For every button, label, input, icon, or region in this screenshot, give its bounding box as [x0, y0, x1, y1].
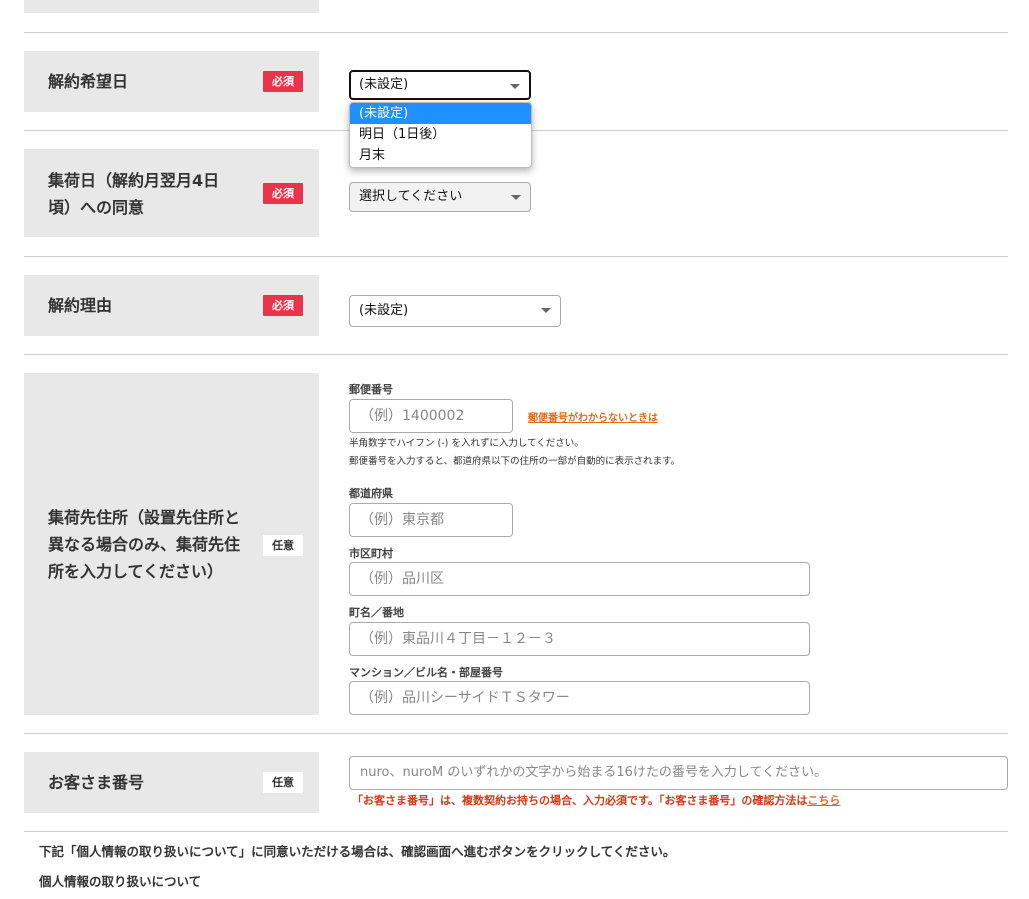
pickup-consent-select[interactable]: 選択してください: [349, 182, 531, 212]
cancel-reason-label-cell: 解約理由 必須: [24, 275, 319, 336]
pickup-consent-label-cell: 集荷日（解約月翌月4日 頃）への同意 必須: [24, 149, 319, 237]
cancel-date-label-cell: 解約希望日 必須: [24, 51, 319, 112]
postal-code-label: 郵便番号: [349, 383, 393, 396]
customer-number-note: 「お客さま番号」は、複数契約お持ちの場合、入力必須です。「お客さま番号」の確認方…: [352, 792, 840, 808]
cancel-date-select-value: (未設定): [359, 77, 409, 92]
chevron-down-icon: [541, 308, 551, 313]
postal-code-note-2: 郵便番号を入力すると、都道府県以下の住所の一部が自動的に表示されます。: [349, 456, 681, 467]
pickup-address-label-line3: 所を入力してください）: [48, 562, 224, 581]
customer-number-label: お客さま番号: [48, 773, 145, 792]
cancel-reason-select[interactable]: (未設定): [349, 295, 561, 327]
city-label: 市区町村: [349, 547, 393, 560]
postal-code-note-1: 半角数字でハイフン (-) を入れずに入力してください。: [349, 438, 584, 449]
pickup-address-label-line1: 集荷先住所（設置先住所と: [48, 508, 241, 527]
cancel-date-select[interactable]: (未設定): [349, 70, 531, 100]
required-badge: 必須: [263, 71, 303, 92]
required-badge: 必須: [263, 295, 303, 316]
chevron-down-icon: [510, 84, 520, 89]
divider: [24, 256, 1008, 257]
cancel-date-dropdown: (未設定) 明日（1日後） 月末: [349, 102, 532, 168]
optional-badge: 任意: [263, 535, 303, 556]
building-label: マンション／ビル名・部屋番号: [349, 666, 503, 679]
divider: [24, 831, 1008, 832]
building-input[interactable]: （例）品川シーサイドＴＳタワー: [349, 681, 810, 715]
dropdown-option-tomorrow[interactable]: 明日（1日後）: [350, 124, 531, 145]
privacy-heading: 個人情報の取り扱いについて: [39, 874, 202, 889]
dropdown-option-month-end[interactable]: 月末: [350, 145, 531, 166]
pickup-consent-label-line2: 頃）への同意: [48, 198, 145, 217]
dropdown-option-unset[interactable]: (未設定): [350, 103, 531, 124]
required-badge: 必須: [263, 183, 303, 204]
pickup-consent-select-value: 選択してください: [359, 189, 463, 204]
divider: [24, 32, 1008, 33]
cancel-reason-select-value: (未設定): [359, 303, 409, 318]
street-input[interactable]: （例）東品川４丁目－１２－３: [349, 622, 810, 656]
postal-code-help-link[interactable]: 郵便番号がわからないときは: [528, 409, 658, 424]
postal-code-input[interactable]: （例）1400002: [349, 399, 513, 433]
chevron-down-icon: [511, 195, 521, 200]
customer-number-note-text: 「お客さま番号」は、複数契約お持ちの場合、入力必須です。「お客さま番号」の確認方…: [352, 794, 808, 807]
city-input[interactable]: （例）品川区: [349, 562, 810, 596]
pickup-consent-label-line1: 集荷日（解約月翌月4日: [48, 171, 220, 190]
pickup-address-label-line2: 異なる場合のみ、集荷先住: [48, 535, 241, 554]
pickup-address-label-cell: 集荷先住所（設置先住所と 異なる場合のみ、集荷先住 所を入力してください） 任意: [24, 373, 319, 715]
customer-number-label-cell: お客さま番号 任意: [24, 752, 319, 813]
divider: [24, 733, 1008, 734]
consent-text: 下記「個人情報の取り扱いについて」に同意いただける場合は、確認画面へ進むボタンを…: [39, 844, 676, 859]
divider: [24, 354, 1008, 355]
cancel-date-label: 解約希望日: [48, 72, 129, 91]
prefecture-input[interactable]: （例）東京都: [349, 503, 513, 537]
customer-number-help-link[interactable]: こちら: [807, 794, 840, 807]
prefecture-label: 都道府県: [349, 487, 393, 500]
optional-badge: 任意: [263, 772, 303, 793]
cancel-reason-label: 解約理由: [48, 296, 113, 315]
previous-field-label-bg: [24, 0, 319, 13]
street-label: 町名／番地: [349, 606, 404, 619]
customer-number-input[interactable]: nuro、nuroM のいずれかの文字から始まる16けたの番号を入力してください…: [349, 756, 1008, 790]
